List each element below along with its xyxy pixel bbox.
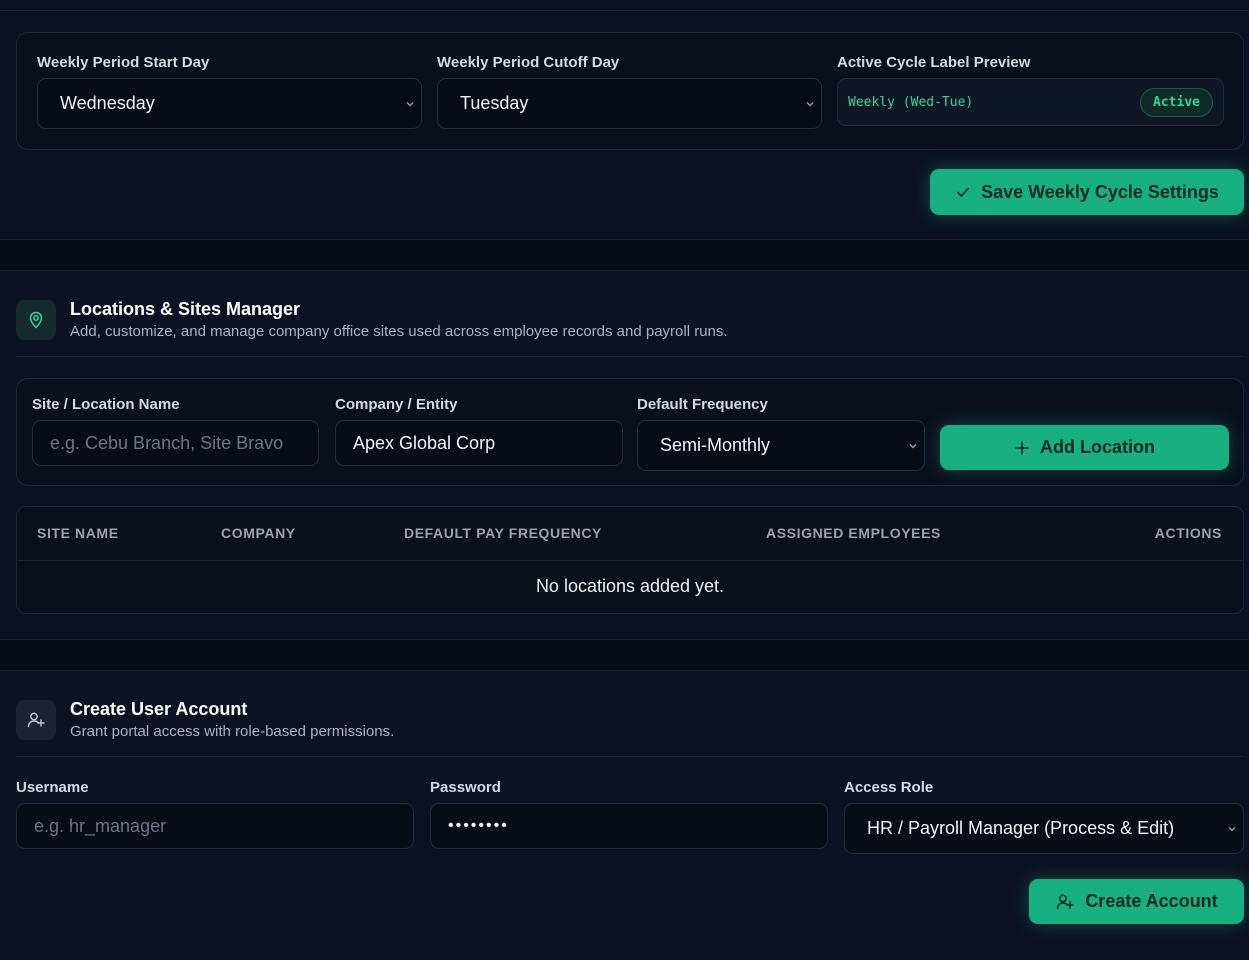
chevron-down-icon — [406, 101, 414, 106]
site-name-placeholder: e.g. Cebu Branch, Site Bravo — [50, 432, 284, 453]
company-input[interactable]: Apex Global Corp — [335, 420, 623, 466]
access-role-value: HR / Payroll Manager (Process & Edit) — [867, 818, 1175, 838]
chevron-down-icon — [909, 443, 917, 448]
column-header-assigned-employees: ASSIGNED EMPLOYEES — [766, 525, 941, 541]
create-account-label: Create Account — [1085, 891, 1218, 911]
create-account-button[interactable]: Create Account — [1029, 879, 1244, 924]
cutoff-day-select[interactable]: Tuesday — [437, 78, 822, 129]
access-role-select[interactable]: HR / Payroll Manager (Process & Edit) — [844, 803, 1244, 854]
map-pin-icon — [16, 300, 56, 340]
weekly-cycle-panel: Weekly Period Start Day Wednesday Weekly… — [0, 0, 1249, 240]
create-user-subtitle: Grant portal access with role-based perm… — [70, 723, 395, 740]
frequency-select[interactable]: Semi-Monthly — [637, 420, 925, 471]
start-day-value: Wednesday — [60, 93, 155, 113]
check-icon — [957, 187, 969, 197]
start-day-select[interactable]: Wednesday — [37, 78, 422, 129]
save-weekly-cycle-label: Save Weekly Cycle Settings — [981, 181, 1219, 202]
username-input[interactable]: e.g. hr_manager — [16, 803, 414, 849]
company-value: Apex Global Corp — [353, 432, 496, 453]
user-plus-icon — [1057, 894, 1075, 909]
user-plus-icon — [16, 700, 56, 740]
username-placeholder: e.g. hr_manager — [34, 815, 167, 836]
site-name-label: Site / Location Name — [32, 396, 180, 413]
create-user-panel: Create User Account Grant portal access … — [0, 670, 1249, 960]
password-label: Password — [430, 779, 501, 796]
start-day-label: Weekly Period Start Day — [37, 54, 210, 71]
save-weekly-cycle-button[interactable]: Save Weekly Cycle Settings — [930, 169, 1244, 215]
column-header-pay-frequency: DEFAULT PAY FREQUENCY — [404, 525, 602, 541]
locations-title: Locations & Sites Manager — [70, 299, 301, 319]
add-location-button[interactable]: Add Location — [940, 425, 1229, 470]
cutoff-day-label: Weekly Period Cutoff Day — [437, 54, 620, 71]
divider — [0, 10, 1249, 11]
frequency-label: Default Frequency — [637, 396, 768, 413]
add-location-label: Add Location — [1040, 437, 1155, 457]
locations-panel: Locations & Sites Manager Add, customize… — [0, 270, 1249, 640]
cutoff-day-value: Tuesday — [460, 93, 529, 113]
table-divider — [17, 560, 1243, 561]
chevron-down-icon — [806, 101, 814, 106]
preview-value: Weekly (Wed-Tue) — [848, 94, 974, 110]
column-header-actions: ACTIONS — [1154, 525, 1222, 541]
frequency-value: Semi-Monthly — [660, 435, 771, 455]
password-input[interactable]: •••••••• — [430, 803, 828, 849]
column-header-company: COMPANY — [221, 525, 296, 541]
weekly-cycle-card: Weekly Period Start Day Wednesday Weekly… — [16, 32, 1244, 150]
empty-table-message: No locations added yet. — [535, 576, 725, 596]
preview-label: Active Cycle Label Preview — [837, 54, 1031, 71]
add-location-card: Site / Location Name e.g. Cebu Branch, S… — [16, 378, 1244, 486]
site-name-input[interactable]: e.g. Cebu Branch, Site Bravo — [32, 420, 319, 466]
divider — [16, 756, 1243, 757]
username-label: Username — [16, 779, 89, 796]
locations-table: SITE NAME COMPANY DEFAULT PAY FREQUENCY … — [16, 506, 1244, 614]
password-value: •••••••• — [448, 817, 509, 834]
cycle-label-preview: Weekly (Wed-Tue) Active — [837, 78, 1224, 126]
plus-icon — [1015, 440, 1029, 455]
company-label: Company / Entity — [335, 396, 458, 413]
create-user-title: Create User Account — [70, 699, 248, 719]
active-badge: Active — [1140, 88, 1213, 117]
locations-subtitle: Add, customize, and manage company offic… — [70, 323, 728, 340]
access-role-label: Access Role — [844, 779, 934, 796]
column-header-site-name: SITE NAME — [37, 525, 119, 541]
chevron-down-icon — [1228, 826, 1236, 831]
divider — [16, 356, 1243, 357]
